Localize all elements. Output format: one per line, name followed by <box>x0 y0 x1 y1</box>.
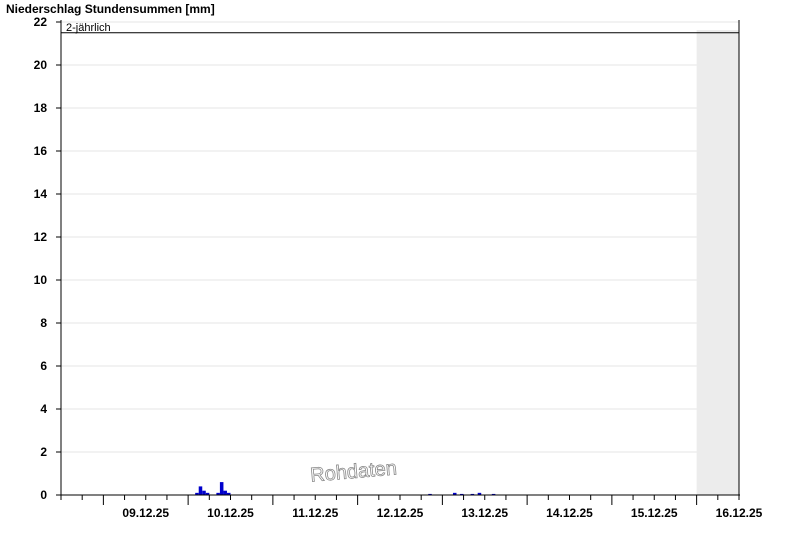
y-tick-label: 16 <box>34 144 48 158</box>
x-axis-ticks: 09.12.25 10.12.25 11.12.25 12.12.25 13.12.25… <box>60 495 763 520</box>
bar <box>198 486 203 495</box>
precipitation-chart: Niederschlag Stundensummen [mm] 2-jährli… <box>6 2 763 520</box>
y-tick-label: 14 <box>34 187 48 201</box>
y-tick-label: 22 <box>34 15 48 29</box>
chart-title: Niederschlag Stundensummen [mm] <box>6 2 215 16</box>
y-tick-label: 18 <box>34 101 48 115</box>
grid <box>61 21 739 453</box>
y-tick-label: 8 <box>40 316 47 330</box>
x-tick-label: 16.12.25 <box>716 506 763 520</box>
bar <box>219 482 224 495</box>
y-tick-label: 12 <box>34 230 48 244</box>
x-tick-label: 14.12.25 <box>546 506 593 520</box>
y-tick-label: 0 <box>40 488 47 502</box>
x-tick-label: 11.12.25 <box>292 506 338 520</box>
bar <box>202 490 206 495</box>
y-tick-label: 20 <box>34 58 48 72</box>
x-tick-label: 12.12.25 <box>377 506 424 520</box>
forecast-region <box>696 30 739 495</box>
y-tick-label: 2 <box>40 445 47 459</box>
x-tick-label: 09.12.25 <box>122 506 169 520</box>
y-tick-label: 4 <box>40 402 47 416</box>
watermark: Rohdaten <box>309 457 397 486</box>
y-tick-label: 6 <box>40 359 47 373</box>
x-tick-label: 13.12.25 <box>461 506 508 520</box>
y-tick-label: 10 <box>34 273 48 287</box>
bars <box>195 482 496 495</box>
bar <box>223 490 227 495</box>
axes <box>57 20 740 496</box>
reference-line-label: 2-jährlich <box>66 22 111 34</box>
y-axis-ticks: 0 2 4 6 8 10 12 14 16 18 20 22 <box>34 15 61 502</box>
x-tick-label: 10.12.25 <box>207 506 254 520</box>
x-tick-label: 15.12.25 <box>631 506 678 520</box>
